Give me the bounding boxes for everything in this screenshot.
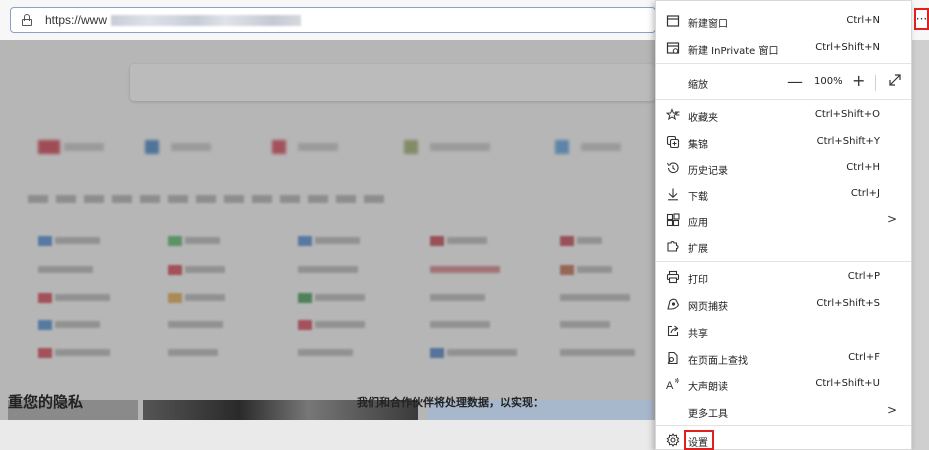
menu-item-more-tools[interactable]: 更多工具 > [656,398,911,424]
menu-item-share[interactable]: 共享 [656,318,911,344]
menu-item-web-capture[interactable]: 网页捕获 Ctrl+Shift+S [656,291,911,317]
menu-item-shortcut: Ctrl+H [846,162,880,173]
menu-item-label: 应用 [688,218,708,229]
share-icon [666,324,680,338]
menu-item-shortcut: Ctrl+Shift+N [815,42,880,53]
menu-item-shortcut: Ctrl+Shift+O [814,109,880,120]
menu-item-read-aloud[interactable]: A 大声朗读 Ctrl+Shift+U [656,371,911,397]
menu-item-new-inprivate[interactable]: 新建 InPrivate 窗口 Ctrl+Shift+N [656,35,911,61]
collections-icon [666,135,680,149]
menu-divider [656,261,911,262]
address-bar[interactable]: https://www [10,7,656,33]
menu-item-apps[interactable]: 应用 > [656,207,911,233]
ellipsis-icon: ··· [915,12,928,26]
url-text: https://www [45,13,108,27]
menu-item-label: 下载 [688,192,708,203]
menu-item-label: 新建 InPrivate 窗口 [688,46,779,57]
menu-item-shortcut: Ctrl+Shift+Y [816,136,880,147]
gear-icon [666,433,680,447]
menu-item-shortcut: Ctrl+F [848,352,880,363]
menu-item-shortcut: Ctrl+P [847,271,880,282]
privacy-subtitle: 我们和合作伙伴将处理数据，以实现： [357,396,544,409]
menu-divider [656,99,911,100]
menu-divider [656,425,911,426]
menu-item-find-on-page[interactable]: 在页面上查找 Ctrl+F [656,345,911,371]
settings-and-more-menu: 新建窗口 Ctrl+N 新建 InPrivate 窗口 Ctrl+Shift+N… [655,0,912,450]
browser-window: https://www ··· 重您的隐私 我们和合作伙伴将处理数据，以实现： … [0,0,929,450]
printer-icon [666,270,680,284]
menu-item-label: 缩放 [688,80,708,91]
zoom-level: 100% [814,76,843,87]
settings-and-more-button[interactable]: ··· [914,8,929,30]
menu-item-label: 设置 [688,438,708,449]
read-aloud-icon: A [666,377,680,391]
menu-item-label: 收藏夹 [688,113,718,124]
menu-item-label: 网页捕获 [688,302,728,313]
menu-item-label: 更多工具 [688,409,728,420]
menu-divider [656,63,911,64]
menu-item-extensions[interactable]: 扩展 [656,233,911,259]
menu-item-zoom: 缩放 — 100% + [656,69,911,95]
menu-item-history[interactable]: 历史记录 Ctrl+H [656,155,911,181]
menu-item-favorites[interactable]: 收藏夹 Ctrl+Shift+O [656,102,911,128]
zoom-in-button[interactable]: + [852,71,865,90]
zoom-out-button[interactable]: — [787,72,803,91]
url-redacted [111,14,302,26]
download-icon [666,187,680,201]
zoom-divider [875,75,876,91]
menu-item-settings[interactable]: 设置 [656,427,911,450]
svg-text:A: A [666,380,674,391]
chevron-right-icon: > [886,403,897,417]
inprivate-window-icon [666,41,680,55]
menu-item-label: 打印 [688,275,708,286]
menu-item-label: 历史记录 [688,166,728,177]
privacy-title: 重您的隐私 [8,393,84,411]
menu-item-label: 扩展 [688,244,708,255]
news-images-strip [8,400,653,420]
fullscreen-icon[interactable] [888,73,902,87]
page-right-edge [912,40,929,450]
menu-item-shortcut: Ctrl+J [850,188,880,199]
window-icon [666,14,680,28]
chevron-right-icon: > [886,212,897,226]
menu-item-shortcut: Ctrl+Shift+S [816,298,880,309]
web-capture-icon [666,297,680,311]
menu-item-label: 共享 [688,329,708,340]
menu-item-label: 集锦 [688,140,708,151]
menu-item-shortcut: Ctrl+Shift+U [815,378,880,389]
menu-item-label: 在页面上查找 [688,356,748,367]
apps-icon [666,213,680,227]
menu-item-shortcut: Ctrl+N [846,15,880,26]
lock-icon [21,14,33,26]
extensions-icon [666,239,680,253]
find-icon [666,351,680,365]
menu-item-new-window[interactable]: 新建窗口 Ctrl+N [656,8,911,34]
favorites-icon [666,108,680,122]
history-icon [666,161,680,175]
menu-item-label: 新建窗口 [688,19,728,30]
menu-item-label: 大声朗读 [688,382,728,393]
menu-item-print[interactable]: 打印 Ctrl+P [656,264,911,290]
menu-item-collections[interactable]: 集锦 Ctrl+Shift+Y [656,129,911,155]
menu-item-downloads[interactable]: 下载 Ctrl+J [656,181,911,207]
